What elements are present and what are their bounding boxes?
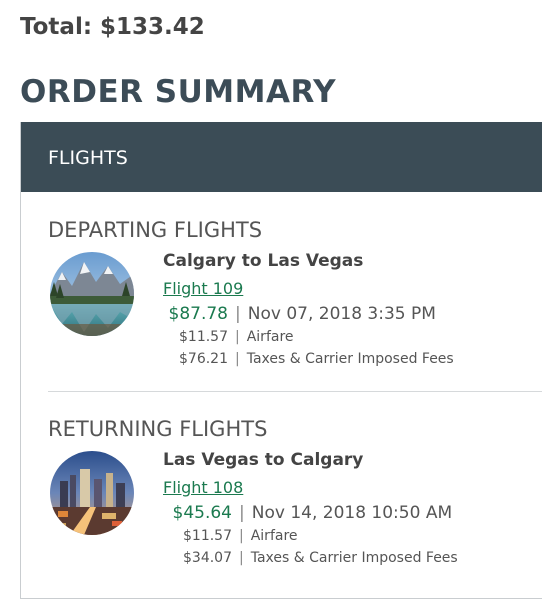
order-total: Total: $133.42: [20, 14, 205, 40]
returning-airfare-amount: $11.57: [183, 528, 232, 544]
separator: |: [239, 503, 245, 523]
section-divider: [48, 391, 542, 392]
departing-flights-section: DEPARTING FLIGHTS Calgary to Las Vegas F…: [48, 218, 542, 367]
departing-airfare-amount: $11.57: [179, 329, 228, 345]
flights-panel-header: FLIGHTS: [21, 122, 542, 192]
returning-airfare-row: $11.57 | Airfare: [163, 525, 533, 547]
departing-flight-link[interactable]: Flight 109: [163, 279, 243, 299]
order-summary-title: ORDER SUMMARY: [20, 74, 337, 110]
returning-flights-section: RETURNING FLIGHTS Las Vegas to Calgary F…: [48, 417, 542, 566]
returning-taxes-amount: $34.07: [183, 550, 232, 566]
departing-airfare-label: Airfare: [246, 329, 294, 345]
departing-airfare-row: $11.57 | Airfare: [163, 326, 533, 348]
departing-price-row: $87.78 | Nov 07, 2018 3:35 PM: [163, 302, 533, 326]
departing-route: Calgary to Las Vegas: [163, 251, 364, 271]
returning-route: Las Vegas to Calgary: [163, 450, 364, 470]
returning-datetime: Nov 14, 2018 10:50 AM: [251, 503, 453, 523]
departing-taxes-amount: $76.21: [179, 351, 228, 367]
las-vegas-strip-thumbnail: [50, 451, 134, 535]
returning-price: $45.64: [172, 503, 232, 523]
returning-airfare-label: Airfare: [250, 528, 298, 544]
departing-flight-info: Calgary to Las Vegas Flight 109 $87.78 | N…: [163, 250, 533, 370]
departing-datetime: Nov 07, 2018 3:35 PM: [247, 304, 436, 324]
returning-taxes-row: $34.07 | Taxes & Carrier Imposed Fees: [163, 547, 533, 569]
returning-flights-heading: RETURNING FLIGHTS: [48, 417, 268, 441]
departing-taxes-row: $76.21 | Taxes & Carrier Imposed Fees: [163, 348, 533, 370]
separator: |: [235, 304, 241, 324]
separator: |: [235, 351, 240, 367]
separator: |: [239, 528, 244, 544]
returning-taxes-label: Taxes & Carrier Imposed Fees: [250, 550, 458, 566]
returning-flight-link[interactable]: Flight 108: [163, 478, 243, 498]
mountain-lake-thumbnail: [50, 252, 134, 336]
departing-taxes-label: Taxes & Carrier Imposed Fees: [246, 351, 454, 367]
returning-flight-info: Las Vegas to Calgary Flight 108 $45.64 | N…: [163, 449, 533, 569]
departing-flights-heading: DEPARTING FLIGHTS: [48, 218, 263, 242]
departing-price: $87.78: [168, 304, 228, 324]
returning-price-row: $45.64 | Nov 14, 2018 10:50 AM: [163, 501, 533, 525]
separator: |: [235, 329, 240, 345]
separator: |: [239, 550, 244, 566]
flights-panel: FLIGHTS DEPARTING FLIGHTS Calgary to Las…: [20, 122, 542, 599]
